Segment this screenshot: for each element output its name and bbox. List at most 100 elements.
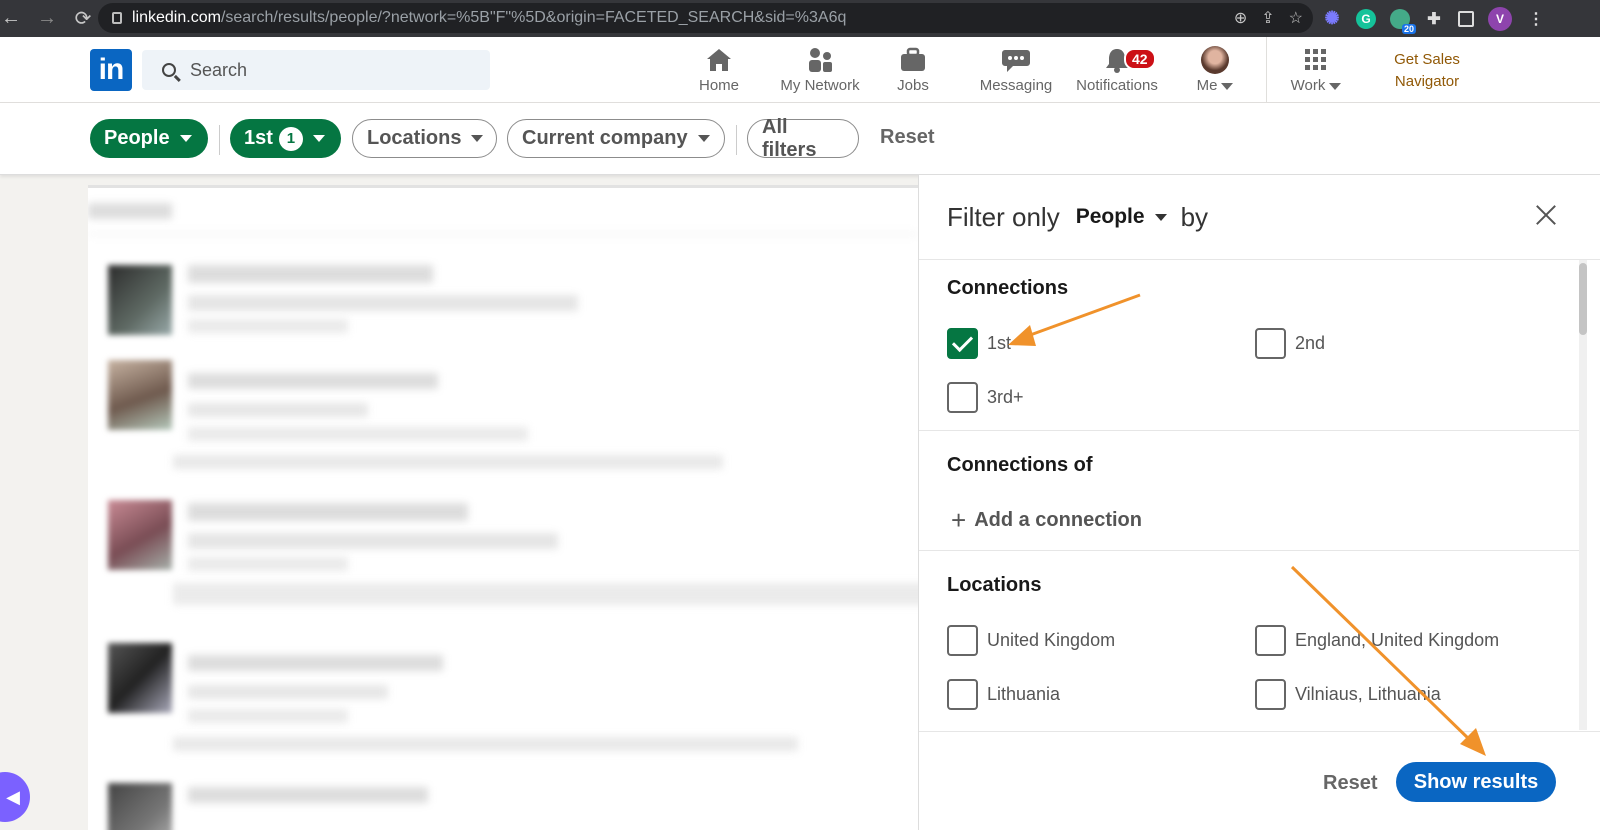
- connection-3rd-label: 3rd+: [987, 387, 1024, 407]
- reset-filters-button[interactable]: Reset: [880, 126, 934, 149]
- results-top-divider: [88, 185, 918, 188]
- nav-notifications[interactable]: 42 Notifications: [1072, 45, 1162, 97]
- result-text-blurred: [188, 787, 428, 803]
- panel-reset-button[interactable]: Reset: [1323, 772, 1377, 795]
- video-record-button[interactable]: ◀: [0, 772, 30, 822]
- filter-panel-footer: Reset Show results: [919, 731, 1600, 830]
- profile-avatar[interactable]: V: [1488, 6, 1512, 31]
- checkbox-empty-icon: [1255, 328, 1286, 359]
- filter-count-badge: 1: [278, 126, 303, 151]
- plus-icon: +: [951, 505, 967, 535]
- checkbox-checked-icon: [947, 328, 978, 359]
- back-icon[interactable]: ←: [0, 7, 22, 30]
- linkedin-logo[interactable]: in: [90, 49, 132, 91]
- nav-my-network-label: My Network: [780, 77, 860, 94]
- show-results-button[interactable]: Show results: [1396, 762, 1556, 802]
- add-connection-label: Add a connection: [974, 509, 1142, 531]
- zoom-icon[interactable]: ⊕: [1234, 8, 1247, 28]
- checkbox-empty-icon: [1255, 625, 1286, 656]
- checkbox-empty-icon: [947, 382, 978, 413]
- location-england-checkbox[interactable]: England, United Kingdom: [1255, 625, 1499, 656]
- result-avatar-blurred: [108, 265, 172, 335]
- extension-badge-count: 20: [1401, 23, 1416, 34]
- location-vilniaus-label: Vilniaus, Lithuania: [1295, 684, 1441, 704]
- nav-jobs[interactable]: Jobs: [887, 45, 939, 97]
- sales-navigator-link[interactable]: Get Sales Navigator: [1372, 49, 1482, 93]
- close-icon[interactable]: [1531, 200, 1561, 230]
- sales-navigator-line1: Get Sales: [1394, 51, 1460, 68]
- browser-nav: ← → ⟳: [0, 6, 95, 31]
- first-degree-filter-label: 1st: [244, 127, 273, 149]
- nav-me[interactable]: Me: [1192, 45, 1238, 97]
- people-icon: [805, 45, 835, 75]
- filter-type-select-value: People: [1075, 205, 1145, 228]
- result-avatar-blurred: [108, 500, 172, 570]
- filter-panel-scroll-thumb[interactable]: [1579, 263, 1587, 335]
- camera-icon: ◀: [6, 786, 20, 807]
- user-avatar: [1201, 46, 1229, 74]
- location-lithuania-checkbox[interactable]: Lithuania: [947, 679, 1060, 710]
- location-united-kingdom-checkbox[interactable]: United Kingdom: [947, 625, 1115, 656]
- chevron-down-icon: [1221, 83, 1234, 90]
- header-divider: [1266, 37, 1267, 103]
- current-company-filter-button[interactable]: Current company: [507, 119, 725, 158]
- search-placeholder: Search: [190, 59, 248, 80]
- result-avatar-blurred: [108, 643, 172, 713]
- nav-jobs-label: Jobs: [897, 77, 929, 94]
- result-text-blurred: [188, 655, 443, 671]
- menu-kebab-icon[interactable]: ⋮: [1526, 9, 1546, 29]
- locations-heading: Locations: [947, 574, 1042, 596]
- filter-type-select[interactable]: People: [1076, 205, 1167, 229]
- extension-badge-icon[interactable]: 20: [1390, 8, 1416, 34]
- grammarly-icon[interactable]: G: [1356, 8, 1376, 29]
- reload-icon[interactable]: ⟳: [72, 6, 94, 31]
- forward-icon[interactable]: →: [36, 7, 58, 30]
- connection-1st-checkbox[interactable]: 1st: [947, 328, 1011, 359]
- all-filters-button[interactable]: All filters: [747, 116, 859, 161]
- filter-panel: Filter only People by Connections 1st 2n…: [918, 175, 1600, 830]
- connection-3rd-checkbox[interactable]: 3rd+: [947, 382, 1024, 413]
- puzzle-icon[interactable]: ✚: [1424, 9, 1444, 29]
- url-host: linkedin.com: [132, 9, 221, 26]
- add-connection-button[interactable]: + Add a connection: [951, 505, 1142, 536]
- browser-toolbar: ← → ⟳ linkedin.com/search/results/people…: [0, 0, 1600, 37]
- star-icon[interactable]: ☆: [1289, 8, 1303, 28]
- message-bubble-icon: [1001, 45, 1031, 75]
- nav-work-label: Work: [1290, 77, 1326, 94]
- briefcase-icon: [899, 45, 927, 75]
- sidepanel-icon[interactable]: [1458, 10, 1474, 27]
- extension-gear-icon[interactable]: ✺: [1322, 8, 1342, 29]
- first-degree-filter-button[interactable]: 1st 1: [230, 119, 341, 158]
- nav-me-label: Me: [1196, 77, 1218, 94]
- nav-my-network[interactable]: My Network: [772, 45, 868, 97]
- locations-filter-label: Locations: [367, 127, 462, 149]
- search-input[interactable]: Search: [142, 50, 490, 90]
- search-filter-bar: People 1st 1 Locations Current company Al…: [0, 103, 1600, 175]
- people-filter-button[interactable]: People: [90, 119, 208, 158]
- section-divider: [919, 550, 1581, 551]
- sales-navigator-line2: Navigator: [1394, 73, 1460, 90]
- people-filter-label: People: [104, 127, 170, 149]
- result-text-blurred: [188, 265, 433, 283]
- chevron-down-icon: [1329, 83, 1342, 90]
- search-results-list: [88, 185, 918, 830]
- nav-messaging[interactable]: Messaging: [974, 45, 1058, 97]
- filter-divider: [219, 125, 220, 155]
- nav-work[interactable]: Work: [1286, 45, 1346, 97]
- chevron-down-icon: [179, 135, 192, 142]
- all-filters-label: All filters: [762, 115, 817, 161]
- share-icon[interactable]: ⇪: [1261, 8, 1274, 28]
- connection-2nd-checkbox[interactable]: 2nd: [1255, 328, 1325, 359]
- notifications-badge: 42: [1124, 48, 1156, 70]
- connections-heading: Connections: [947, 277, 1069, 299]
- nav-home[interactable]: Home: [686, 45, 752, 97]
- omnibox-actions: ⊕ ⇪ ☆: [1234, 3, 1303, 33]
- result-avatar-blurred: [108, 360, 172, 430]
- chevron-down-icon: [471, 135, 484, 142]
- nav-messaging-label: Messaging: [979, 77, 1053, 94]
- address-bar[interactable]: linkedin.com/search/results/people/?netw…: [98, 3, 1313, 33]
- grid-apps-icon: [1303, 45, 1329, 75]
- location-vilniaus-checkbox[interactable]: Vilniaus, Lithuania: [1255, 679, 1441, 710]
- connection-1st-label: 1st: [987, 333, 1012, 353]
- locations-filter-button[interactable]: Locations: [352, 119, 497, 158]
